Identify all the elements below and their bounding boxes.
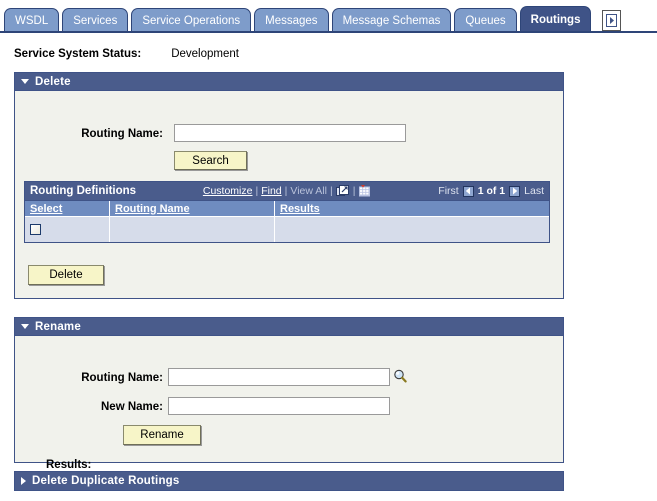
tab-list: WSDL Services Service Operations Message… bbox=[4, 6, 622, 33]
next-arrow-icon[interactable] bbox=[602, 10, 622, 31]
rename-panel: Rename Routing Name: New Name: Rename Re… bbox=[14, 317, 564, 471]
grid-page-counter: 1 of 1 bbox=[477, 185, 506, 197]
magnifier-lookup-icon[interactable] bbox=[393, 369, 407, 383]
cell-results bbox=[275, 217, 549, 242]
magnifier-glyph bbox=[394, 369, 407, 383]
next-page-glyph bbox=[512, 187, 517, 195]
delete-duplicate-routings-title: Delete Duplicate Routings bbox=[32, 475, 180, 487]
tab-label: Message Schemas bbox=[342, 15, 441, 27]
grid-last-link[interactable]: Last bbox=[524, 185, 544, 197]
column-header-label: Routing Name bbox=[115, 202, 190, 215]
grid-tool-separator: | bbox=[255, 185, 259, 197]
grid-find-link[interactable]: Find bbox=[261, 185, 281, 197]
tab-label: Queues bbox=[465, 15, 506, 27]
tab-routings[interactable]: Routings bbox=[519, 6, 592, 33]
delete-button[interactable]: Delete bbox=[28, 265, 104, 285]
cell-select bbox=[25, 217, 110, 242]
prev-page-glyph bbox=[466, 187, 471, 195]
search-button[interactable]: Search bbox=[174, 151, 247, 170]
delete-panel-title: Delete bbox=[35, 75, 71, 88]
tab-label: Messages bbox=[265, 15, 318, 27]
triangle-right-icon[interactable] bbox=[21, 477, 26, 485]
delete-routing-name-input[interactable] bbox=[174, 124, 406, 142]
column-header-label: Select bbox=[30, 202, 63, 215]
rename-routing-name-input[interactable] bbox=[168, 368, 390, 386]
status-label: Service System Status: bbox=[14, 48, 142, 60]
service-system-status: Service System Status: Development bbox=[14, 46, 239, 62]
table-row bbox=[25, 216, 549, 242]
rename-new-name-input[interactable] bbox=[168, 397, 390, 415]
rename-results-label: Results: bbox=[46, 459, 92, 471]
next-page-icon[interactable] bbox=[509, 185, 521, 197]
tab-queues[interactable]: Queues bbox=[454, 8, 517, 33]
prev-page-icon[interactable] bbox=[462, 185, 474, 197]
grid-column-headers: Select Routing Name Results bbox=[25, 200, 549, 216]
column-header-select[interactable]: Select bbox=[25, 201, 110, 216]
tab-bar-underline bbox=[0, 31, 657, 33]
tab-label: WSDL bbox=[15, 15, 49, 27]
rename-panel-body: Routing Name: New Name: Rename Results: bbox=[15, 336, 563, 471]
grid-tool-separator: | bbox=[352, 185, 356, 197]
column-header-label: Results bbox=[280, 202, 320, 215]
grid-tool-separator: | bbox=[329, 185, 333, 197]
delete-duplicate-routings-header[interactable]: Delete Duplicate Routings bbox=[15, 472, 563, 490]
tab-messages[interactable]: Messages bbox=[254, 8, 329, 33]
tab-label: Services bbox=[73, 15, 118, 27]
row-select-checkbox[interactable] bbox=[30, 224, 41, 235]
grid-pagination: First 1 of 1 Last bbox=[438, 185, 544, 197]
grid-view-all-link[interactable]: View All bbox=[290, 185, 327, 197]
grid-caption-bar: Routing Definitions Customize | Find | V… bbox=[25, 182, 549, 200]
download-spreadsheet-glyph bbox=[359, 185, 371, 197]
cell-routing-name bbox=[110, 217, 275, 242]
tab-message-schemas[interactable]: Message Schemas bbox=[331, 8, 452, 33]
grid-tool-separator: | bbox=[284, 185, 288, 197]
column-header-results[interactable]: Results bbox=[275, 201, 549, 216]
tab-label: Routings bbox=[530, 14, 581, 26]
delete-panel-body: Routing Name: Search Routing Definitions… bbox=[15, 91, 563, 298]
tab-label: Service Operations bbox=[142, 15, 241, 27]
grid-customize-link[interactable]: Customize bbox=[203, 185, 253, 197]
expand-grid-icon[interactable] bbox=[335, 185, 350, 197]
delete-panel: Delete Routing Name: Search Routing Defi… bbox=[14, 72, 564, 299]
rename-button[interactable]: Rename bbox=[123, 425, 201, 445]
delete-routing-name-label: Routing Name: bbox=[81, 128, 163, 140]
grid-title: Routing Definitions bbox=[30, 185, 137, 197]
routing-definitions-grid: Routing Definitions Customize | Find | V… bbox=[24, 181, 550, 243]
download-spreadsheet-icon[interactable] bbox=[358, 185, 371, 197]
tab-bar: WSDL Services Service Operations Message… bbox=[0, 0, 657, 33]
delete-duplicate-routings-panel: Delete Duplicate Routings bbox=[14, 471, 564, 491]
rename-panel-title: Rename bbox=[35, 320, 81, 333]
column-header-routing-name[interactable]: Routing Name bbox=[110, 201, 275, 216]
rename-new-name-label: New Name: bbox=[101, 401, 163, 413]
rename-routing-name-label: Routing Name: bbox=[81, 372, 163, 384]
rename-panel-header[interactable]: Rename bbox=[15, 318, 563, 336]
status-value: Development bbox=[171, 48, 239, 60]
expand-grid-glyph bbox=[335, 185, 349, 196]
grid-first-link[interactable]: First bbox=[438, 185, 458, 197]
next-arrow-glyph bbox=[606, 14, 618, 27]
tab-service-operations[interactable]: Service Operations bbox=[131, 8, 252, 33]
triangle-down-icon[interactable] bbox=[21, 79, 29, 84]
triangle-down-icon[interactable] bbox=[21, 324, 29, 329]
tab-services[interactable]: Services bbox=[62, 8, 129, 33]
tab-wsdl[interactable]: WSDL bbox=[4, 8, 60, 33]
grid-toolbar: Customize | Find | View All | | bbox=[136, 185, 438, 197]
delete-panel-header[interactable]: Delete bbox=[15, 73, 563, 91]
